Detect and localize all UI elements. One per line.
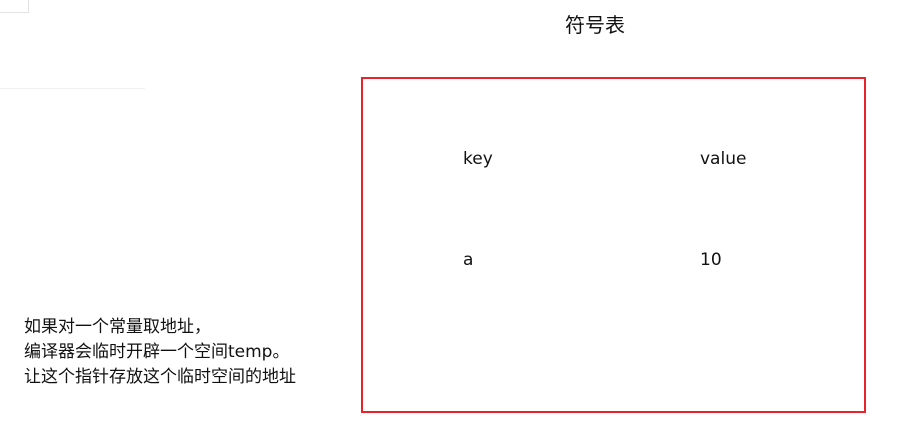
diagram-title: 符号表 <box>565 13 625 37</box>
note-line: 让这个指针存放这个临时空间的地址 <box>24 367 296 387</box>
value-header: value <box>700 149 747 169</box>
corner-fragment <box>0 0 29 13</box>
note-line: 编译器会临时开辟一个空间temp。 <box>24 342 290 362</box>
note-line: 如果对一个常量取地址， <box>24 317 211 337</box>
key-header: key <box>463 149 493 169</box>
entry-value: 10 <box>700 250 722 270</box>
faint-divider <box>0 88 145 89</box>
explanation-note: 如果对一个常量取地址， 编译器会临时开辟一个空间temp。 让这个指针存放这个临… <box>24 315 354 390</box>
entry-key: a <box>463 250 474 270</box>
symbol-table-box: key value a 10 <box>361 77 866 413</box>
